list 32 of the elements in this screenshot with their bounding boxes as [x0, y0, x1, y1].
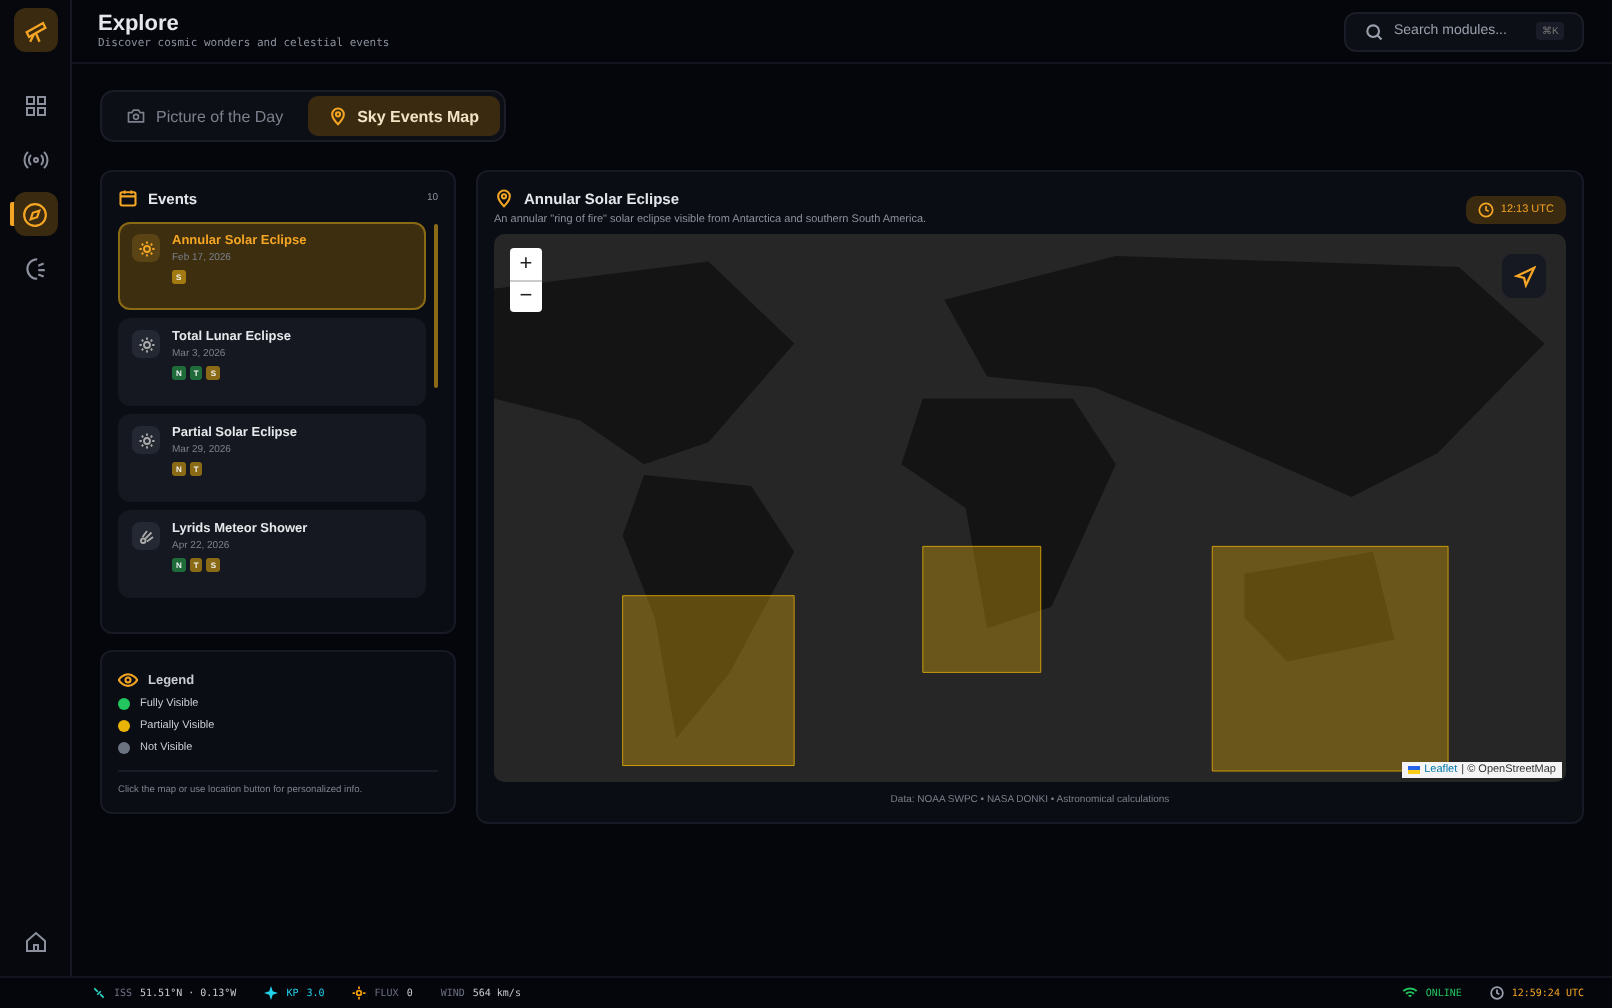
search-icon	[1364, 21, 1384, 41]
satellite-icon	[92, 986, 106, 1000]
meteor-icon	[132, 522, 160, 550]
telescope-logo-icon[interactable]	[13, 8, 57, 52]
scrollbar[interactable]	[434, 224, 438, 388]
camera-icon	[126, 106, 146, 126]
clock-icon	[1489, 986, 1504, 1000]
broadcast-icon	[21, 148, 49, 172]
navigation-arrow-icon	[1513, 265, 1535, 287]
sun-icon	[352, 986, 367, 1000]
grid-icon	[23, 94, 47, 118]
sun-icon	[132, 330, 160, 358]
pin-icon	[494, 188, 514, 208]
clock-icon	[1478, 202, 1495, 218]
pin-icon	[327, 106, 348, 126]
tab[interactable]: Picture of the Day	[106, 96, 304, 136]
flag-icon	[1408, 766, 1421, 774]
calendar-icon	[118, 188, 138, 208]
eye-icon	[118, 672, 138, 688]
compass-icon	[22, 201, 48, 227]
zoom-out-button[interactable]: −	[510, 280, 542, 312]
nav-item[interactable]	[13, 192, 57, 236]
moon-icon	[22, 255, 48, 281]
home-icon	[23, 930, 47, 954]
sun-icon	[132, 234, 160, 262]
tab[interactable]: Sky Events Map	[307, 96, 500, 136]
page-title: Explore	[98, 12, 181, 36]
sparkle-icon	[264, 986, 279, 1000]
locate-button[interactable]	[1502, 254, 1546, 298]
sun-icon	[132, 426, 160, 454]
wifi-icon	[1401, 986, 1418, 1000]
zoom-in-button[interactable]: +	[510, 248, 542, 280]
